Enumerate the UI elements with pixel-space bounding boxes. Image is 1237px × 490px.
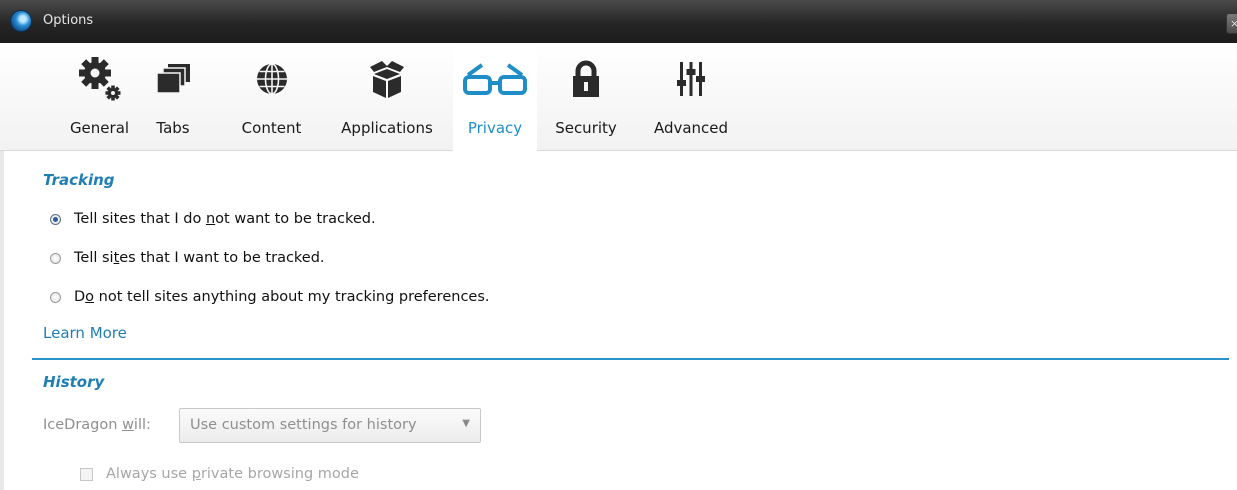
icedragon-logo-icon	[11, 11, 31, 31]
learn-more-link[interactable]: Learn More	[43, 324, 127, 342]
tab-security[interactable]: Security	[546, 43, 626, 150]
tab-applications[interactable]: Applications	[326, 43, 448, 150]
glasses-icon	[453, 55, 537, 103]
options-toolbar: General Tabs Content Applications Privac…	[0, 43, 1237, 151]
tab-label: Privacy	[467, 119, 523, 137]
tabs-icon	[147, 55, 199, 103]
tab-label: Advanced	[653, 119, 729, 137]
radio-label: Tell sites that I do not want to be trac…	[74, 211, 376, 227]
tab-advanced[interactable]: Advanced	[641, 43, 741, 150]
radio-label: Do not tell sites anything about my trac…	[74, 289, 490, 305]
checkbox-label: Always use private browsing mode	[106, 466, 359, 482]
tab-tabs[interactable]: Tabs	[147, 43, 199, 150]
close-button[interactable]: ×	[1226, 13, 1237, 34]
tab-label: General	[69, 119, 130, 137]
radio-want-to-be-tracked[interactable]: Tell sites that I want to be tracked.	[50, 247, 325, 269]
radio-button[interactable]	[50, 252, 61, 264]
sliders-icon	[641, 55, 741, 103]
panel-edge	[0, 151, 4, 490]
gears-icon	[63, 55, 136, 103]
select-value: Use custom settings for history	[190, 417, 417, 433]
window-title: Options	[43, 13, 94, 28]
radio-label: Tell sites that I want to be tracked.	[74, 250, 325, 266]
tab-label: Tabs	[156, 119, 190, 137]
tab-label: Content	[241, 119, 302, 137]
radio-no-preference[interactable]: Do not tell sites anything about my trac…	[50, 286, 490, 308]
tab-content[interactable]: Content	[229, 43, 314, 150]
radio-button[interactable]	[50, 291, 61, 303]
privacy-panel: Tracking Tell sites that I do not want t…	[0, 151, 1237, 490]
chevron-down-icon: ▼	[462, 418, 470, 429]
box-icon	[326, 55, 448, 103]
lock-icon	[546, 55, 626, 103]
globe-icon	[229, 55, 314, 103]
radio-button-checked[interactable]	[50, 213, 61, 225]
title-bar: Options ×	[0, 0, 1237, 43]
private-browsing-checkbox-row[interactable]: Always use private browsing mode	[80, 463, 359, 485]
radio-do-not-track[interactable]: Tell sites that I do not want to be trac…	[50, 208, 376, 230]
section-divider	[32, 358, 1229, 360]
history-section-title: History	[43, 373, 105, 391]
tab-label: Applications	[341, 119, 433, 137]
history-mode-label: IceDragon will:	[43, 417, 151, 433]
tab-privacy[interactable]: Privacy	[453, 43, 537, 151]
tab-general[interactable]: General	[63, 43, 136, 150]
tab-label: Security	[555, 119, 617, 137]
private-browsing-checkbox[interactable]	[80, 467, 93, 481]
history-mode-select[interactable]: Use custom settings for history ▼	[179, 408, 481, 443]
tracking-section-title: Tracking	[43, 171, 115, 189]
